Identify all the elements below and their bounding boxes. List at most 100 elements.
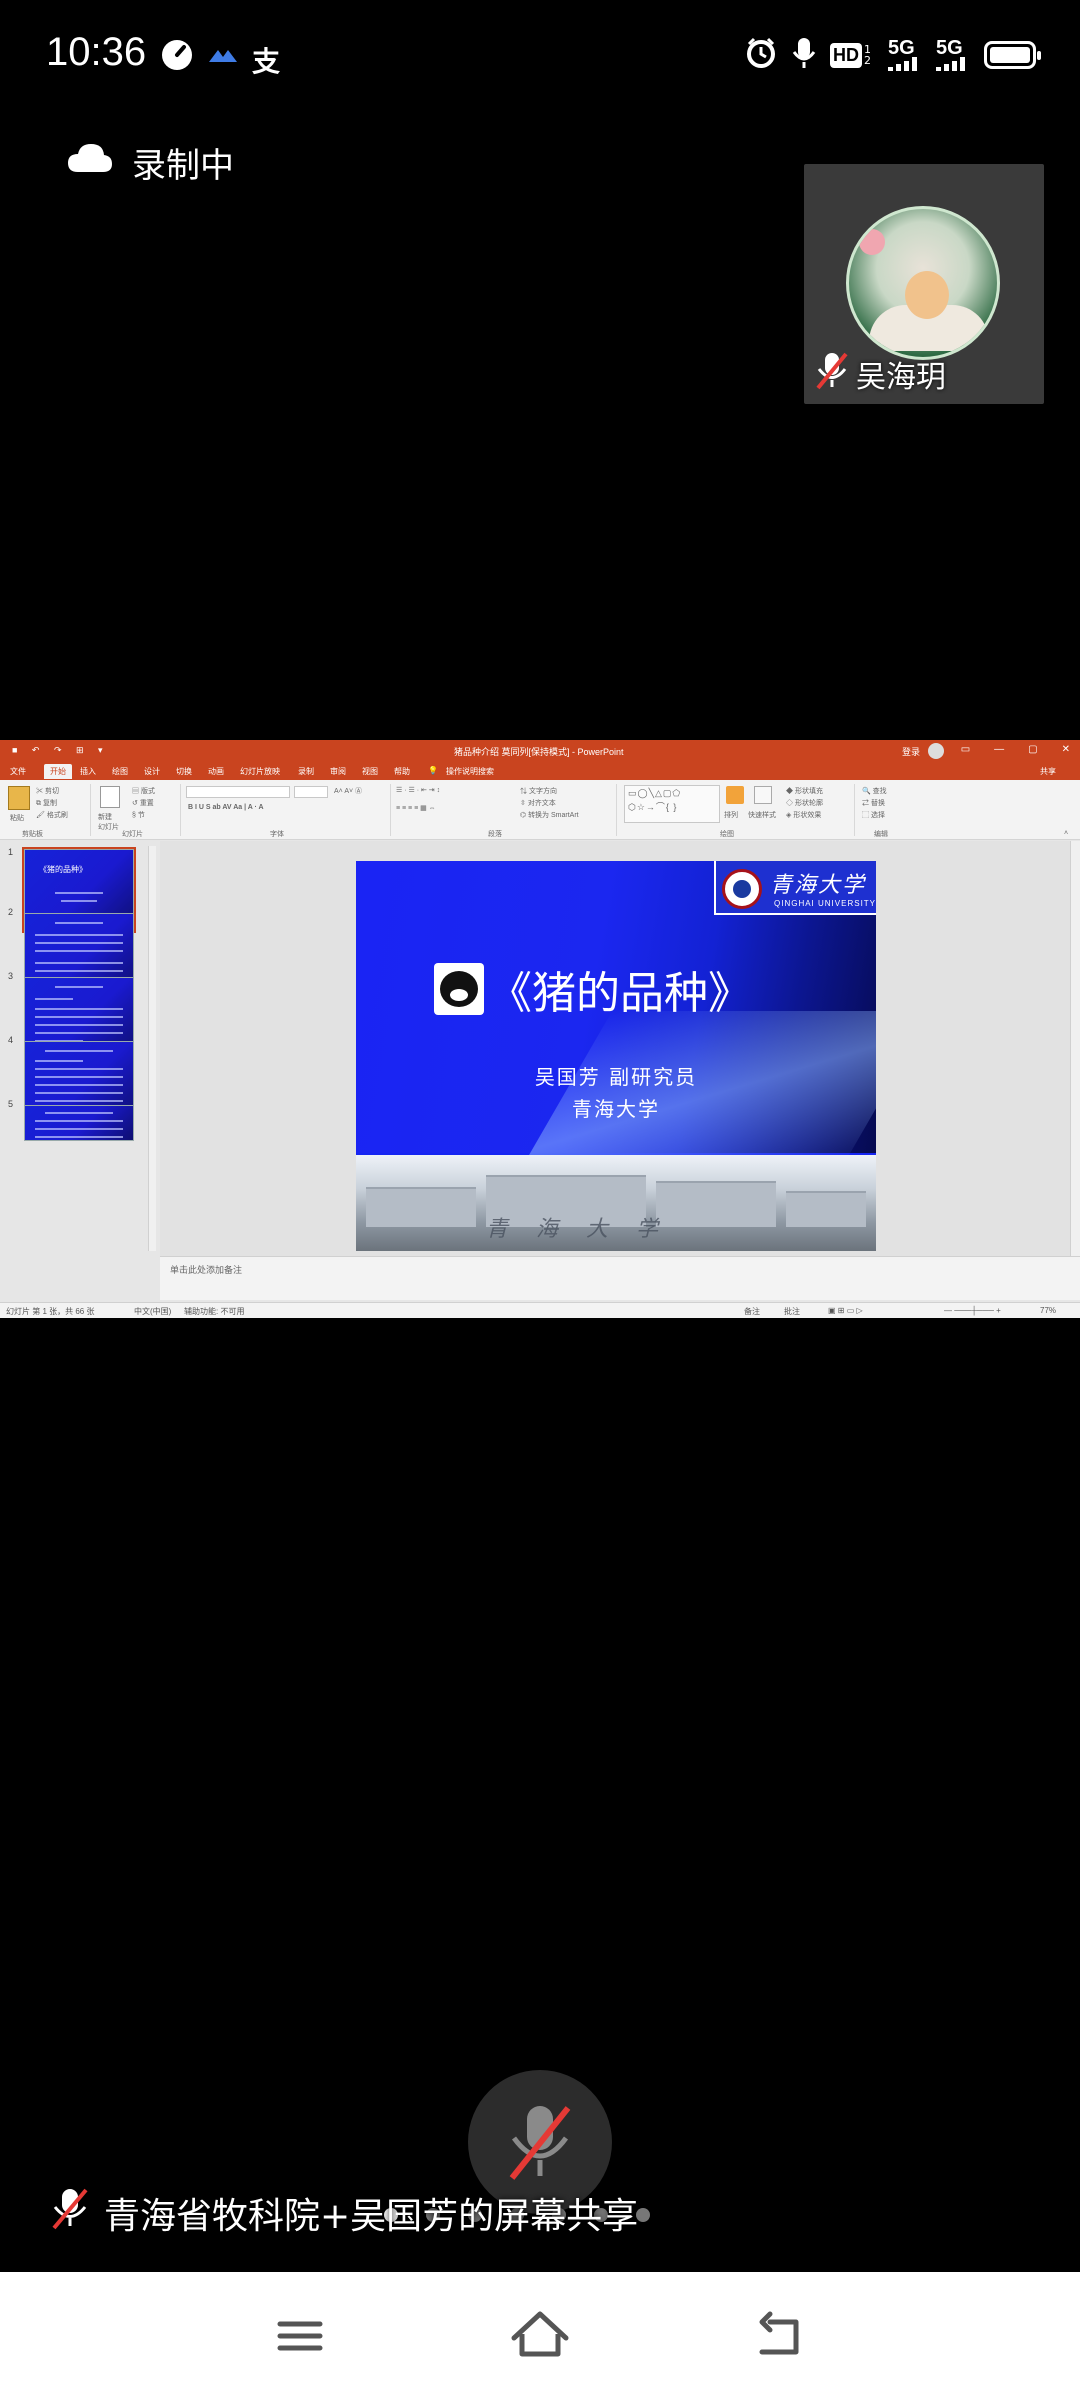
shape-fill-button[interactable]: ◆ 形状填充 [786, 786, 823, 796]
paste-label: 粘贴 [10, 815, 24, 822]
thumbnail-scrollbar[interactable] [148, 846, 156, 1251]
lightbulb-icon: 💡 [428, 766, 438, 775]
ribbon-options-icon[interactable]: ▭ [961, 744, 970, 755]
tab-draw[interactable]: 绘图 [112, 766, 128, 777]
tab-animations[interactable]: 动画 [208, 766, 224, 777]
participant-name-row: 吴海玥 [814, 350, 946, 398]
thumbnail-title: 《猪的品种》 [39, 865, 87, 874]
shared-screen[interactable]: ■ ↶ ↷ ⊞ ▾ 猪品种介绍 莫同列[保持模式] - PowerPoint 登… [0, 740, 1080, 1318]
screen-share-owner: 青海省牧科院+吴国芳的屏幕共享 [104, 2195, 639, 2237]
participant-tile[interactable]: 吴海玥 [804, 164, 1044, 404]
tab-file[interactable]: 文件 [10, 766, 26, 777]
replace-button[interactable]: ⇄ 替换 [862, 798, 885, 808]
notes-button[interactable]: 备注 [744, 1306, 760, 1317]
alipay-icon: 支 [252, 45, 281, 78]
close-icon[interactable]: ✕ [1062, 744, 1070, 755]
select-button[interactable]: ⬚ 选择 [862, 810, 885, 820]
paste-icon[interactable] [8, 786, 30, 810]
accessibility-status[interactable]: 辅助功能: 不可用 [184, 1306, 244, 1317]
align-text-button[interactable]: ⇳ 对齐文本 [520, 798, 556, 808]
font-style-buttons[interactable]: B I U S ab AV Aa | A · A [188, 804, 264, 811]
notes-pane[interactable]: 单击此处添加备注 [160, 1256, 1080, 1300]
speedometer-icon [160, 38, 194, 76]
comments-button[interactable]: 批注 [784, 1306, 800, 1317]
tab-view[interactable]: 视图 [362, 766, 378, 777]
quick-styles-label[interactable]: 快速样式 [748, 810, 776, 820]
microphone-icon [792, 36, 816, 74]
tab-transitions[interactable]: 切换 [176, 766, 192, 777]
text-direction-button[interactable]: ⇅ 文字方向 [520, 786, 557, 796]
zoom-level[interactable]: 77% [1040, 1306, 1056, 1315]
quick-access-toolbar[interactable]: ■ ↶ ↷ ⊞ ▾ [12, 745, 109, 756]
reset-button[interactable]: ↺ 重置 [132, 798, 154, 808]
screen-share-caption: 青海省牧科院+吴国芳的屏幕共享 [50, 2186, 638, 2239]
clock: 10:36 [46, 30, 147, 74]
view-buttons[interactable]: ▣ ⊞ ▭ ▷ [828, 1306, 863, 1315]
shape-outline-button[interactable]: ◇ 形状轮廓 [786, 798, 823, 808]
format-painter-icon[interactable]: 🖌 格式刷 [36, 810, 68, 820]
list-buttons[interactable]: ☰ · ☰ · ⇤ ⇥ ↕ [396, 786, 440, 794]
slide-author: 吴国芳 副研究员 [534, 1065, 698, 1089]
user-avatar-icon[interactable] [928, 743, 944, 759]
arrange-label[interactable]: 排列 [724, 810, 738, 820]
tab-record[interactable]: 录制 [298, 766, 314, 777]
section-button[interactable]: § 节 [132, 810, 145, 820]
tab-slideshow[interactable]: 幻灯片放映 [240, 766, 280, 777]
smartart-button[interactable]: ⌬ 转换为 SmartArt [520, 810, 579, 820]
shape-effects-button[interactable]: ◈ 形状效果 [786, 810, 821, 820]
group-drawing: 绘图 [720, 831, 734, 838]
login-link[interactable]: 登录 [902, 745, 920, 758]
slide-thumbnail[interactable] [24, 1105, 134, 1141]
language-status[interactable]: 中文(中国) [134, 1306, 171, 1317]
shapes-glyphs-2: ⬡☆→⌒{ } [628, 802, 678, 812]
university-seal-icon [722, 869, 762, 909]
font-family-select[interactable] [186, 786, 290, 798]
back-icon[interactable] [748, 2304, 812, 2368]
collapse-ribbon-icon[interactable]: ˄ [1064, 830, 1068, 837]
avatar [846, 206, 1000, 360]
slide-canvas: 青海大学 QINGHAI UNIVERSITY 《猪的品种》 吴国芳 副研究员 … [160, 841, 1080, 1256]
slide-title-row: 《猪的品种》 [434, 957, 752, 1021]
tab-help[interactable]: 帮助 [394, 766, 410, 777]
tab-design[interactable]: 设计 [144, 766, 160, 777]
font-size-select[interactable] [294, 786, 328, 798]
cut-icon[interactable]: ✂ 剪切 [36, 786, 59, 796]
shapes-glyphs: ▭◯╲△▢⬠ [628, 788, 682, 798]
canvas-scrollbar[interactable] [1070, 841, 1080, 1256]
new-slide-icon[interactable] [100, 786, 120, 808]
home-icon[interactable] [508, 2304, 572, 2368]
new-slide-label[interactable]: 新建 幻灯片 [98, 812, 119, 832]
tell-me-search[interactable]: 操作说明搜索 [446, 766, 494, 777]
align-buttons[interactable]: ≡ ≡ ≡ ≡ ▦ ⇔ [396, 804, 436, 812]
share-button[interactable]: 共享 [1040, 766, 1056, 777]
copy-icon[interactable]: ⧉ 复制 [36, 798, 57, 808]
menu-icon[interactable] [268, 2304, 332, 2368]
window-controls[interactable]: ▭ — ▢ ✕ [961, 744, 1070, 755]
find-button[interactable]: 🔍 查找 [862, 786, 887, 796]
cloud-app-icon [206, 44, 240, 72]
maximize-icon[interactable]: ▢ [1028, 744, 1037, 755]
logo-chinese-name: 青海大学 [770, 873, 867, 898]
group-editing: 编辑 [874, 831, 888, 838]
recording-label: 录制中 [132, 146, 234, 186]
layout-button[interactable]: ▤ 版式 [132, 786, 155, 796]
hd-voice-icon: HD 1 2 [830, 42, 874, 68]
group-slides: 幻灯片 [122, 831, 143, 838]
font-size-buttons[interactable]: A˄ A˅ Ⓐ [334, 786, 362, 796]
current-slide[interactable]: 青海大学 QINGHAI UNIVERSITY 《猪的品种》 吴国芳 副研究员 … [356, 861, 876, 1251]
tab-review[interactable]: 审阅 [330, 766, 346, 777]
tab-home[interactable]: 开始 [44, 764, 72, 779]
ppt-status-bar: 幻灯片 第 1 张，共 66 张 中文(中国) 辅助功能: 不可用 备注 批注 … [0, 1302, 1080, 1318]
thumb-number: 2 [8, 907, 14, 917]
ppt-title-bar: ■ ↶ ↷ ⊞ ▾ 猪品种介绍 莫同列[保持模式] - PowerPoint 登… [0, 740, 1080, 762]
mic-muted-icon [814, 350, 850, 398]
mic-muted-icon [50, 2186, 90, 2239]
slide-institution: 青海大学 [572, 1097, 660, 1121]
status-bar: 10:36 支 HD 1 2 5G 5G [0, 0, 1080, 120]
tab-insert[interactable]: 插入 [80, 766, 96, 777]
arrange-icon[interactable] [726, 786, 744, 804]
system-nav-bar [0, 2272, 1080, 2400]
zoom-slider[interactable]: — ───┼─── + [944, 1306, 1001, 1315]
minimize-icon[interactable]: — [994, 744, 1004, 755]
quick-styles-icon[interactable] [754, 786, 772, 804]
